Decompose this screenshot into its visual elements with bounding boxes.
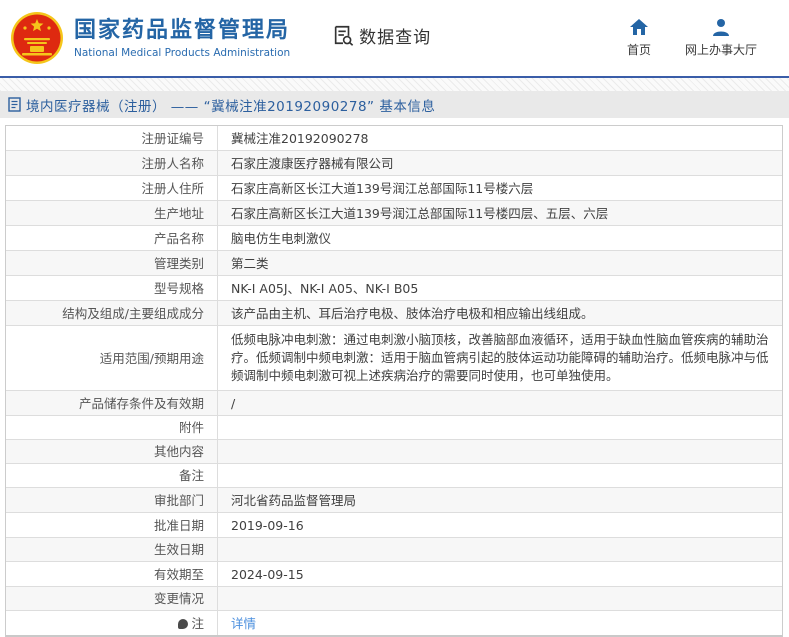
nav-item-label: 网上办事大厅	[684, 43, 757, 57]
row-value: 第二类	[231, 256, 269, 271]
row-value: /	[231, 396, 236, 411]
row-label: 生效日期	[6, 538, 218, 561]
top-nav: 首页 网上办事大厅	[627, 18, 761, 58]
data-query-label: 数据查询	[359, 27, 432, 48]
site-header: 国家药品监督管理局 National Medical Products Admi…	[0, 0, 789, 76]
page-title: 境内医疗器械（注册） —— “冀械注准20192090278” 基本信息	[26, 98, 436, 115]
home-icon	[629, 19, 648, 35]
hatch-background	[0, 78, 789, 91]
row-value: NK-I A05J、NK-I A05、NK-I B05	[231, 281, 419, 296]
row-value	[218, 464, 782, 487]
row-label: 产品名称	[6, 226, 218, 250]
table-row: 产品储存条件及有效期 /	[6, 391, 782, 416]
row-label: 管理类别	[6, 251, 218, 275]
row-value: 石家庄高新区长江大道139号润江总部国际11号楼四层、五层、六层	[231, 206, 609, 221]
org-name-zh: 国家药品监督管理局	[74, 17, 291, 43]
row-value	[218, 587, 782, 610]
row-label: 有效期至	[6, 562, 218, 586]
document-icon	[8, 97, 21, 112]
data-query-section[interactable]: 数据查询	[332, 23, 431, 48]
table-row: 产品名称 脑电仿生电刺激仪	[6, 226, 782, 251]
row-label: 生产地址	[6, 201, 218, 225]
nav-item-home[interactable]: 首页	[627, 18, 651, 58]
row-value: 2024-09-15	[231, 567, 304, 582]
row-label: 结构及组成/主要组成成分	[6, 301, 218, 325]
table-row: 批准日期 2019-09-16	[6, 513, 782, 538]
table-row: 备注	[6, 464, 782, 488]
table-row: 附件	[6, 416, 782, 440]
table-row: 生效日期	[6, 538, 782, 562]
national-emblem-icon	[11, 12, 63, 64]
table-row: 注册人名称 石家庄渡康医疗器械有限公司	[6, 151, 782, 176]
table-row: 有效期至 2024-09-15	[6, 562, 782, 587]
row-label: 其他内容	[6, 440, 218, 463]
table-row: 适用范围/预期用途 低频电脉冲电刺激：通过电刺激小脑顶核，改善脑部血液循环，适用于…	[6, 326, 782, 391]
row-label: 附件	[6, 416, 218, 439]
info-table: 注册证编号 冀械注准20192090278 注册人名称 石家庄渡康医疗器械有限公司 注册…	[5, 125, 783, 637]
row-value: 详情	[218, 611, 782, 635]
user-icon	[712, 19, 729, 36]
site-logo: 国家药品监督管理局 National Medical Products Admi…	[10, 11, 290, 65]
table-row: 生产地址 石家庄高新区长江大道139号润江总部国际11号楼四层、五层、六层	[6, 201, 782, 226]
note-icon	[178, 618, 189, 629]
table-row: 注册人住所 石家庄高新区长江大道139号润江总部国际11号楼六层	[6, 176, 782, 201]
table-row: 型号规格 NK-I A05J、NK-I A05、NK-I B05	[6, 276, 782, 301]
row-label: 注册人名称	[6, 151, 218, 175]
table-wrap: 注册证编号 冀械注准20192090278 注册人名称 石家庄渡康医疗器械有限公司 注册…	[0, 118, 789, 637]
table-row: 结构及组成/主要组成成分 该产品由主机、耳后治疗电极、肢体治疗电极和相应输出线组成…	[6, 301, 782, 326]
row-label: 注	[6, 611, 218, 635]
table-row: 变更情况	[6, 587, 782, 611]
table-row: 注详情	[6, 611, 782, 635]
row-label: 审批部门	[6, 488, 218, 512]
breadcrumb-bar: 境内医疗器械（注册） —— “冀械注准20192090278” 基本信息	[0, 91, 789, 118]
nav-item-label: 首页	[626, 43, 651, 57]
table-row: 其他内容	[6, 440, 782, 464]
table-row: 管理类别 第二类	[6, 251, 782, 276]
row-label: 产品储存条件及有效期	[6, 391, 218, 415]
table-row: 审批部门 河北省药品监督管理局	[6, 488, 782, 513]
row-value: 河北省药品监督管理局	[231, 493, 357, 508]
row-label: 备注	[6, 464, 218, 487]
row-label: 批准日期	[6, 513, 218, 537]
row-value: 石家庄渡康医疗器械有限公司	[231, 156, 394, 171]
row-value	[218, 538, 782, 561]
nav-item-service-hall[interactable]: 网上办事大厅	[685, 18, 757, 58]
row-value: 低频电脉冲电刺激：通过电刺激小脑顶核，改善脑部血液循环，适用于缺血性脑血管疾病的…	[231, 332, 769, 383]
row-label: 适用范围/预期用途	[6, 326, 218, 390]
row-label: 注册证编号	[6, 126, 218, 150]
row-value: 2019-09-16	[231, 518, 304, 533]
row-value: 脑电仿生电刺激仪	[231, 231, 332, 246]
row-label: 变更情况	[6, 587, 218, 610]
row-value: 冀械注准20192090278	[231, 131, 369, 146]
row-value	[218, 416, 782, 439]
org-name-en: National Medical Products Administration	[74, 46, 291, 59]
table-row: 注册证编号 冀械注准20192090278	[6, 126, 782, 151]
data-query-icon	[335, 25, 354, 46]
detail-link[interactable]: 详情	[231, 615, 256, 632]
org-titles: 国家药品监督管理局 National Medical Products Admi…	[74, 18, 290, 59]
row-label: 注册人住所	[6, 176, 218, 200]
row-value	[218, 440, 782, 463]
row-label: 型号规格	[6, 276, 218, 300]
row-value: 石家庄高新区长江大道139号润江总部国际11号楼六层	[231, 181, 534, 196]
row-value: 该产品由主机、耳后治疗电极、肢体治疗电极和相应输出线组成。	[231, 306, 594, 321]
